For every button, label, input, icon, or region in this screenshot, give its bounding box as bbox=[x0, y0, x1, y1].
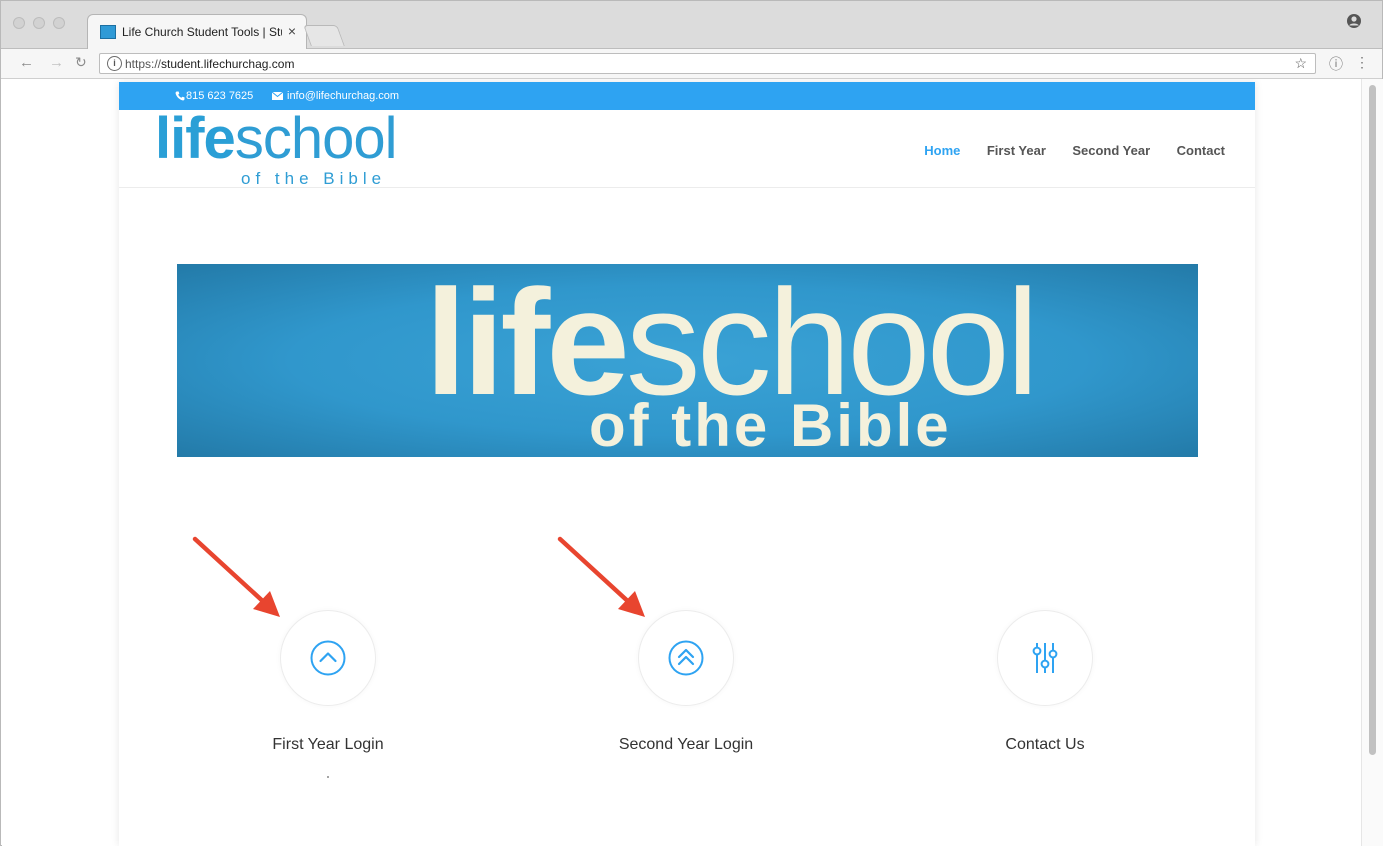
contact-top-bar: 815 623 7625 info@lifechurchag.com bbox=[119, 82, 1255, 110]
maximize-window-button[interactable] bbox=[53, 17, 65, 29]
site-header: lifeschool of the Bible Home First Year … bbox=[119, 110, 1255, 188]
nav-home[interactable]: Home bbox=[924, 143, 960, 158]
url-host: student.lifechurchag.com bbox=[161, 57, 295, 71]
tab-close-icon[interactable]: × bbox=[288, 23, 296, 39]
tab-bar: Life Church Student Tools | Stu × bbox=[1, 1, 1382, 50]
decorative-dot bbox=[327, 776, 329, 778]
feature-icon-circle[interactable] bbox=[638, 610, 734, 706]
browser-tab[interactable]: Life Church Student Tools | Stu × bbox=[87, 14, 307, 50]
scrollbar-thumb[interactable] bbox=[1369, 85, 1376, 755]
new-tab-button[interactable] bbox=[303, 25, 345, 46]
url-text[interactable]: https://student.lifechurchag.com bbox=[125, 57, 294, 71]
forward-arrow-icon[interactable]: → bbox=[49, 54, 64, 71]
browser-viewport: 815 623 7625 info@lifechurchag.com lifes… bbox=[2, 79, 1383, 846]
chevron-up-circle-icon bbox=[310, 640, 346, 676]
logo-bold-text: life bbox=[155, 110, 235, 171]
info-icon[interactable]: i bbox=[107, 56, 122, 71]
double-chevron-up-circle-icon bbox=[668, 640, 704, 676]
browser-toolbar: ← → ↻ i https://student.lifechurchag.com… bbox=[1, 49, 1382, 79]
annotation-arrow-icon bbox=[557, 536, 645, 617]
vertical-scrollbar[interactable] bbox=[1361, 79, 1383, 846]
back-arrow-icon[interactable]: ← bbox=[19, 54, 34, 71]
annotation-arrow-icon bbox=[192, 536, 280, 617]
feature-second-year[interactable]: Second Year Login bbox=[566, 610, 806, 790]
nav-first-year[interactable]: First Year bbox=[987, 143, 1046, 158]
email-icon bbox=[272, 92, 283, 100]
page-info-icon[interactable]: ⓘ bbox=[1329, 54, 1343, 74]
banner-logo: lifeschool of the Bible bbox=[425, 264, 1039, 457]
feature-title[interactable]: Contact Us bbox=[925, 736, 1165, 754]
minimize-window-button[interactable] bbox=[33, 17, 45, 29]
sliders-icon bbox=[1032, 643, 1058, 673]
feature-first-year[interactable]: First Year Login bbox=[208, 610, 448, 790]
feature-title[interactable]: Second Year Login bbox=[566, 736, 806, 754]
nav-contact[interactable]: Contact bbox=[1177, 143, 1225, 158]
phone-icon bbox=[175, 91, 185, 101]
email-address[interactable]: info@lifechurchag.com bbox=[287, 90, 399, 102]
feature-title[interactable]: First Year Login bbox=[208, 736, 448, 754]
browser-window: Life Church Student Tools | Stu × ← → ↻ … bbox=[0, 0, 1383, 846]
address-bar[interactable]: i https://student.lifechurchag.com ☆ bbox=[99, 53, 1316, 74]
feature-contact[interactable]: Contact Us bbox=[925, 610, 1165, 790]
nav-second-year[interactable]: Second Year bbox=[1072, 143, 1150, 158]
bookmark-star-icon[interactable]: ☆ bbox=[1294, 55, 1307, 72]
phone-number[interactable]: 815 623 7625 bbox=[186, 90, 253, 102]
tab-title: Life Church Student Tools | Stu bbox=[122, 25, 282, 39]
url-scheme: https:// bbox=[125, 57, 162, 71]
close-window-button[interactable] bbox=[13, 17, 25, 29]
web-page: 815 623 7625 info@lifechurchag.com lifes… bbox=[119, 82, 1255, 846]
hero-banner: lifeschool of the Bible bbox=[177, 264, 1198, 457]
site-logo[interactable]: lifeschool of the Bible bbox=[155, 110, 455, 188]
banner-subtitle: of the Bible bbox=[589, 392, 952, 457]
favicon-icon bbox=[100, 25, 116, 39]
logo-subtitle: of the Bible bbox=[241, 169, 386, 188]
menu-kebab-icon[interactable]: ⋮ bbox=[1355, 54, 1369, 71]
svg-text:lifeschool: lifeschool bbox=[155, 110, 396, 171]
reload-icon[interactable]: ↻ bbox=[75, 54, 87, 71]
feature-icon-circle[interactable] bbox=[997, 610, 1093, 706]
main-nav: Home First Year Second Year Contact bbox=[902, 142, 1225, 160]
logo-light-text: school bbox=[235, 110, 397, 171]
feature-icon-circle[interactable] bbox=[280, 610, 376, 706]
profile-icon[interactable] bbox=[1346, 13, 1362, 29]
